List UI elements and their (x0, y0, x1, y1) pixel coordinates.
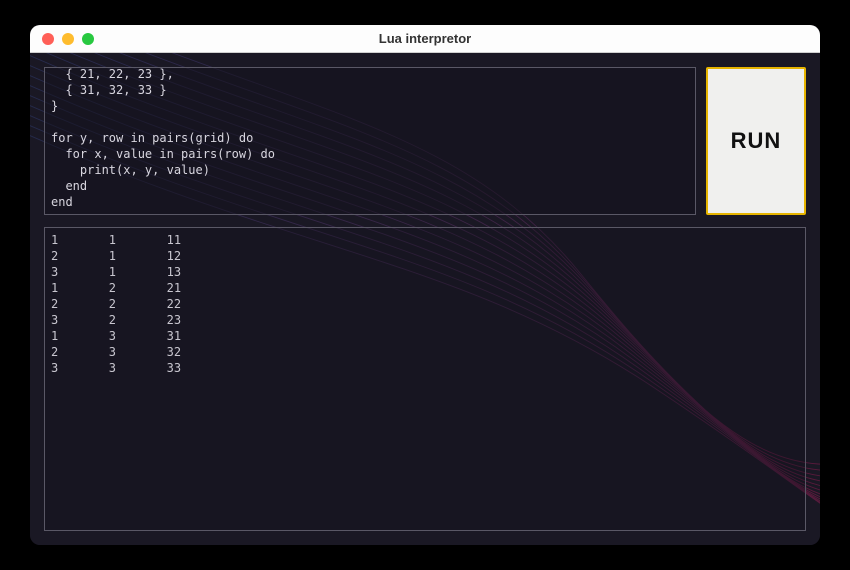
content-area: RUN (30, 53, 820, 545)
window-title: Lua interpretor (30, 31, 820, 46)
minimize-icon[interactable] (62, 33, 74, 45)
run-button[interactable]: RUN (706, 67, 806, 215)
editor-wrap (44, 67, 696, 215)
zoom-icon[interactable] (82, 33, 94, 45)
titlebar: Lua interpretor (30, 25, 820, 53)
close-icon[interactable] (42, 33, 54, 45)
output-pane[interactable] (44, 227, 806, 531)
top-row: RUN (44, 67, 806, 215)
app-window: Lua interpretor (30, 25, 820, 545)
window-controls (30, 33, 94, 45)
code-editor[interactable] (44, 67, 696, 215)
